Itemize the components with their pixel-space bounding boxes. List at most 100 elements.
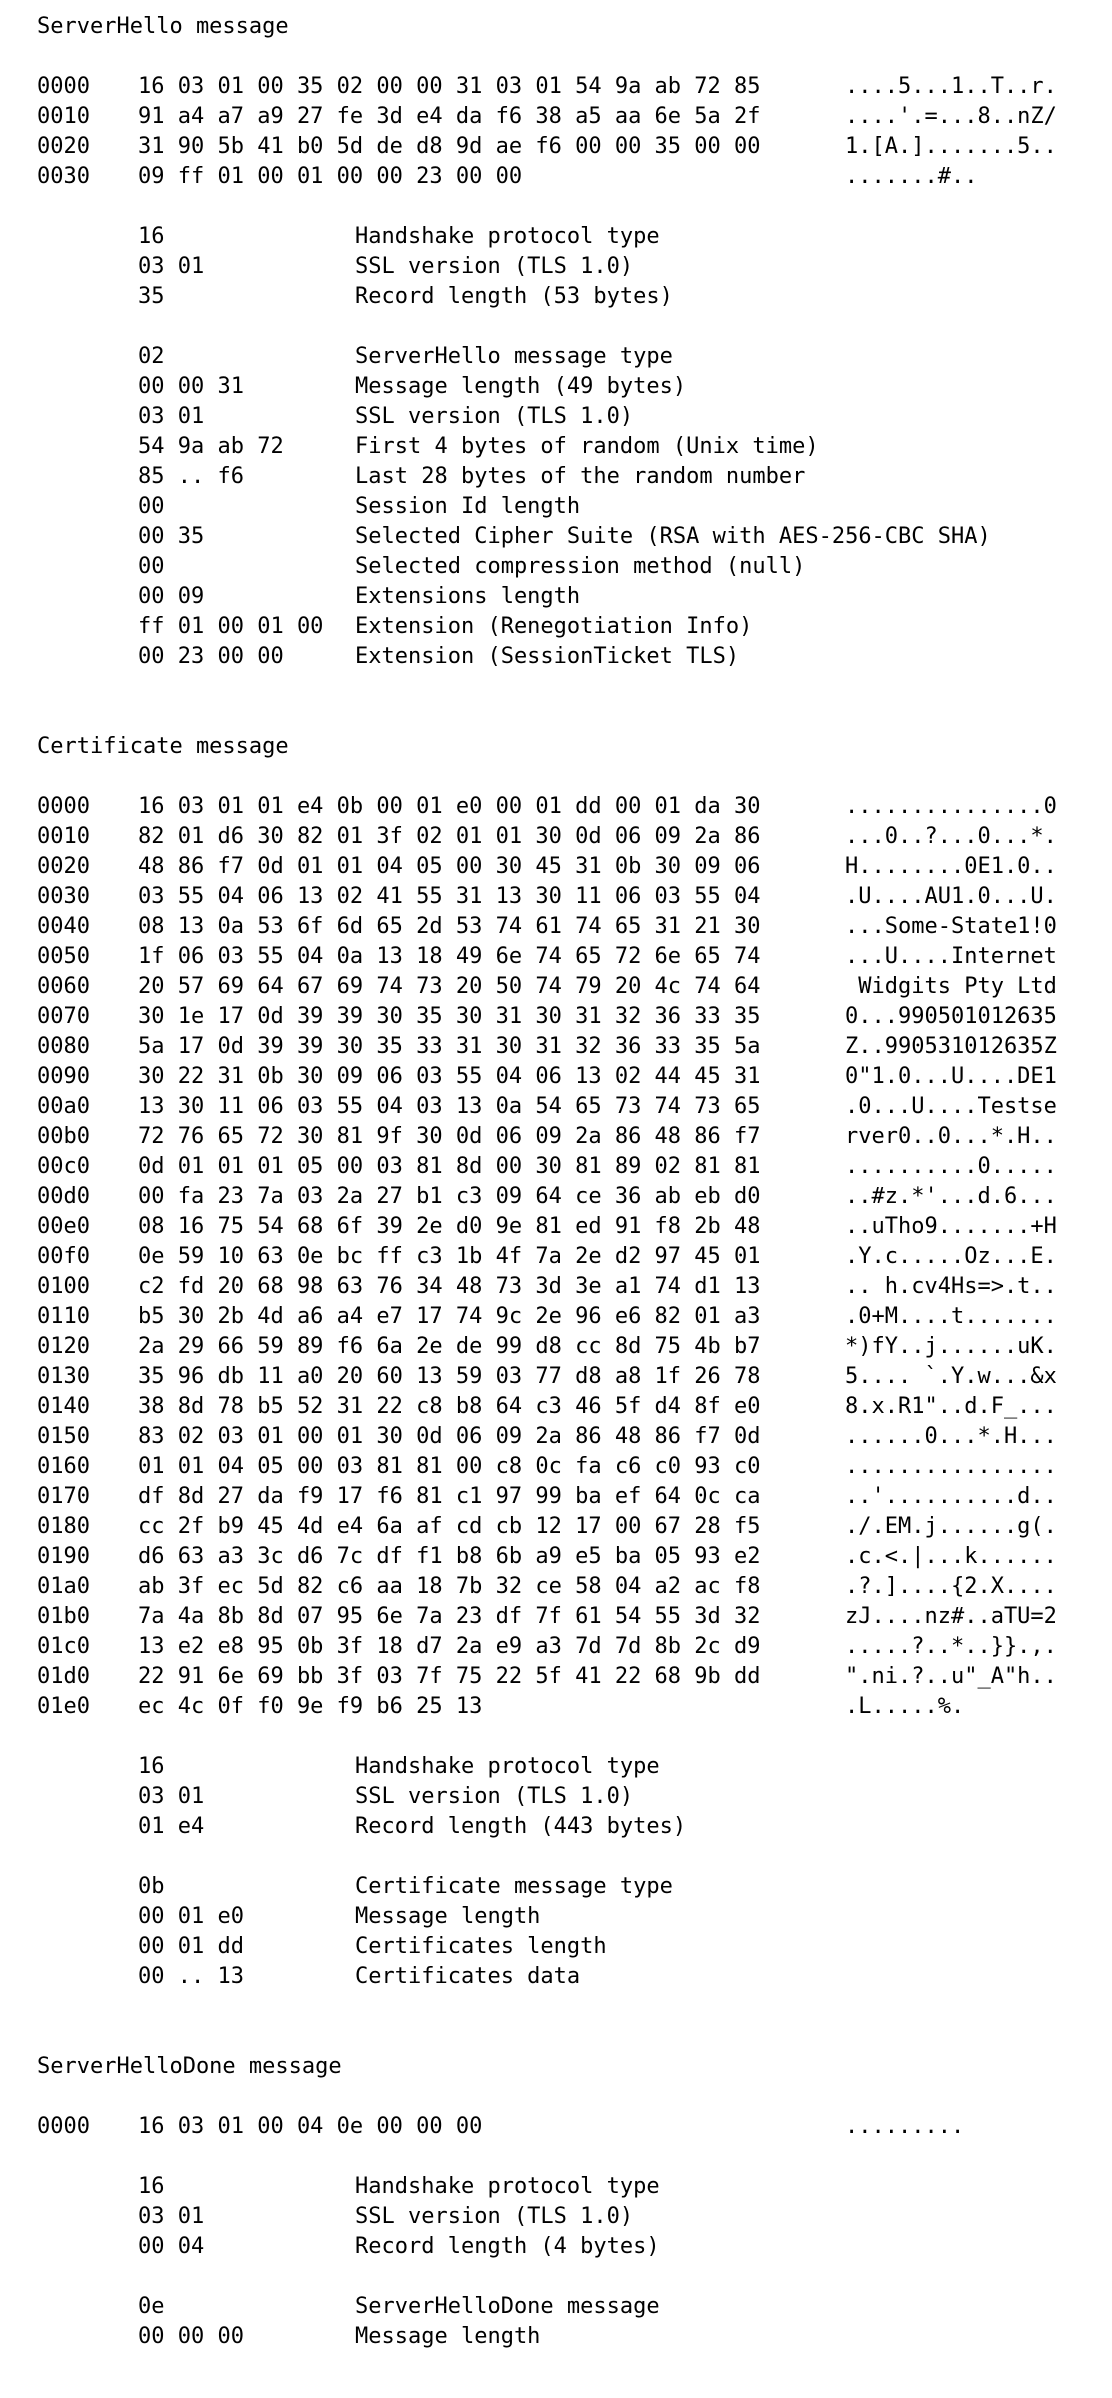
hex-dump-row: 0120 2a 29 66 59 89 f6 6a 2e de 99 d8 cc … (37, 1332, 1097, 1362)
field-value: ff 01 00 01 00 (138, 614, 324, 639)
field-value: 16 (138, 2174, 165, 2199)
hex-dump-row: 01a0 ab 3f ec 5d 82 c6 aa 18 7b 32 ce 58 … (37, 1572, 1097, 1602)
hex-bytes: 00 fa 23 7a 03 2a 27 b1 c3 09 64 ce 36 a… (138, 1184, 761, 1209)
ascii-text: Z..990531012635Z (845, 1034, 1057, 1059)
ascii-text: rver0..0...*.H.. (845, 1124, 1057, 1149)
hex-offset: 0080 (37, 1034, 90, 1059)
ascii-text: ......0...*.H... (845, 1424, 1057, 1449)
hex-offset: 0140 (37, 1394, 90, 1419)
hex-bytes: 16 03 01 00 04 0e 00 00 00 (138, 2114, 483, 2139)
hex-dump-row: 0090 30 22 31 0b 30 09 06 03 55 04 06 13 … (37, 1062, 1097, 1092)
field-description: Extension (Renegotiation Info) (355, 614, 753, 639)
ascii-text: .......#.. (845, 164, 978, 189)
section-title-text: ServerHello message (37, 14, 289, 39)
hex-bytes: 38 8d 78 b5 52 31 22 c8 b8 64 c3 46 5f d… (138, 1394, 761, 1419)
field-description: Last 28 bytes of the random number (355, 464, 806, 489)
hex-bytes: 22 91 6e 69 bb 3f 03 7f 75 22 5f 41 22 6… (138, 1664, 761, 1689)
hex-offset: 00e0 (37, 1214, 90, 1239)
ascii-text: *)fY..j......uK. (845, 1334, 1057, 1359)
hex-offset: 0010 (37, 824, 90, 849)
hex-dump-row: 0150 83 02 03 01 00 01 30 0d 06 09 2a 86 … (37, 1422, 1097, 1452)
field-group: 0b Certificate message type 00 01 e0 Messag… (37, 1872, 1097, 1992)
ascii-text: ".ni.?..u"_A"h.. (845, 1664, 1057, 1689)
hex-dump-row: 01c0 13 e2 e8 95 0b 3f 18 d7 2a e9 a3 7d … (37, 1632, 1097, 1662)
hex-dump-row: 01b0 7a 4a 8b 8d 07 95 6e 7a 23 df 7f 61 … (37, 1602, 1097, 1632)
field-row: 00 01 dd Certificates length (37, 1932, 1097, 1962)
hex-bytes: 16 03 01 00 35 02 00 00 31 03 01 54 9a a… (138, 74, 761, 99)
ascii-text: .?.]....{2.X.... (845, 1574, 1057, 1599)
hex-offset: 0190 (37, 1544, 90, 1569)
hex-bytes: 20 57 69 64 67 69 74 73 20 50 74 79 20 4… (138, 974, 761, 999)
section-title: Certificate message (37, 732, 1097, 762)
hex-offset: 0110 (37, 1304, 90, 1329)
hex-offset: 0000 (37, 794, 90, 819)
hex-offset: 0030 (37, 884, 90, 909)
field-description: Session Id length (355, 494, 581, 519)
hex-offset: 00c0 (37, 1154, 90, 1179)
field-row: 00 01 e0 Message length (37, 1902, 1097, 1932)
field-value: 00 09 (138, 584, 205, 609)
hex-bytes: 03 55 04 06 13 02 41 55 31 13 30 11 06 0… (138, 884, 761, 909)
hex-dump-row: 00d0 00 fa 23 7a 03 2a 27 b1 c3 09 64 ce … (37, 1182, 1097, 1212)
hex-bytes: 48 86 f7 0d 01 01 04 05 00 30 45 31 0b 3… (138, 854, 761, 879)
field-row: 54 9a ab 72 First 4 bytes of random (Unix… (37, 432, 1097, 462)
hex-bytes: 0d 01 01 01 05 00 03 81 8d 00 30 81 89 0… (138, 1154, 761, 1179)
hex-dump-row: 0070 30 1e 17 0d 39 39 30 35 30 31 30 31 … (37, 1002, 1097, 1032)
hex-dump-row: 0170 df 8d 27 da f9 17 f6 81 c1 97 99 ba … (37, 1482, 1097, 1512)
field-value: 00 00 31 (138, 374, 244, 399)
field-value: 85 .. f6 (138, 464, 244, 489)
hex-bytes: 83 02 03 01 00 01 30 0d 06 09 2a 86 48 8… (138, 1424, 761, 1449)
field-value: 01 e4 (138, 1814, 205, 1839)
hex-offset: 0060 (37, 974, 90, 999)
hex-offset: 0120 (37, 1334, 90, 1359)
section-title: ServerHelloDone message (37, 2052, 1097, 2082)
hex-offset: 01e0 (37, 1694, 90, 1719)
field-description: First 4 bytes of random (Unix time) (355, 434, 819, 459)
field-group: 16 Handshake protocol type 03 01 SSL versio… (37, 1752, 1097, 1842)
field-row: 00 23 00 00 Extension (SessionTicket TLS) (37, 642, 1097, 672)
hex-bytes: 35 96 db 11 a0 20 60 13 59 03 77 d8 a8 1… (138, 1364, 761, 1389)
field-group: 16 Handshake protocol type 03 01 SSL versio… (37, 2172, 1097, 2262)
field-value: 16 (138, 224, 165, 249)
field-row: 0b Certificate message type (37, 1872, 1097, 1902)
field-row: 00 35 Selected Cipher Suite (RSA with AES… (37, 522, 1097, 552)
field-description: Extension (SessionTicket TLS) (355, 644, 740, 669)
message-section: Certificate message 0000 16 03 01 01 e4 0b… (37, 732, 1097, 1992)
field-row: 03 01 SSL version (TLS 1.0) (37, 252, 1097, 282)
field-value: 00 23 00 00 (138, 644, 284, 669)
hex-offset: 0020 (37, 134, 90, 159)
hex-offset: 0050 (37, 944, 90, 969)
field-description: Record length (53 bytes) (355, 284, 673, 309)
field-description: Certificates data (355, 1964, 581, 1989)
field-description: SSL version (TLS 1.0) (355, 1784, 634, 1809)
hex-offset: 0020 (37, 854, 90, 879)
field-value: 00 04 (138, 2234, 205, 2259)
ascii-text: ...............0 (845, 794, 1057, 819)
field-value: 03 01 (138, 2204, 205, 2229)
ascii-text: 0...990501012635 (845, 1004, 1057, 1029)
hex-bytes: 0e 59 10 63 0e bc ff c3 1b 4f 7a 2e d2 9… (138, 1244, 761, 1269)
hex-dump-row: 0020 31 90 5b 41 b0 5d de d8 9d ae f6 00 … (37, 132, 1097, 162)
hex-dump-row: 0030 09 ff 01 00 01 00 00 23 00 00.......… (37, 162, 1097, 192)
hex-dump-row: 0130 35 96 db 11 a0 20 60 13 59 03 77 d8 … (37, 1362, 1097, 1392)
hex-offset: 0010 (37, 104, 90, 129)
field-value: 00 00 00 (138, 2324, 244, 2349)
message-section: ServerHello message 0000 16 03 01 00 35 02… (37, 12, 1097, 672)
field-row: 16 Handshake protocol type (37, 1752, 1097, 1782)
field-value: 54 9a ab 72 (138, 434, 284, 459)
field-row: 16 Handshake protocol type (37, 2172, 1097, 2202)
hex-dump-row: 00a0 13 30 11 06 03 55 04 03 13 0a 54 65 … (37, 1092, 1097, 1122)
field-description: Record length (4 bytes) (355, 2234, 660, 2259)
hex-dump: 0000 16 03 01 00 04 0e 00 00 00......... (37, 2112, 1097, 2142)
ascii-text: ...Some-State1!0 (845, 914, 1057, 939)
field-row: 0e ServerHelloDone message (37, 2292, 1097, 2322)
hex-offset: 01c0 (37, 1634, 90, 1659)
field-value: 03 01 (138, 404, 205, 429)
hex-offset: 0100 (37, 1274, 90, 1299)
hex-dump-row: 0180 cc 2f b9 45 4d e4 6a af cd cb 12 17 … (37, 1512, 1097, 1542)
hex-bytes: 7a 4a 8b 8d 07 95 6e 7a 23 df 7f 61 54 5… (138, 1604, 761, 1629)
hex-bytes: 08 13 0a 53 6f 6d 65 2d 53 74 61 74 65 3… (138, 914, 761, 939)
hex-offset: 0130 (37, 1364, 90, 1389)
